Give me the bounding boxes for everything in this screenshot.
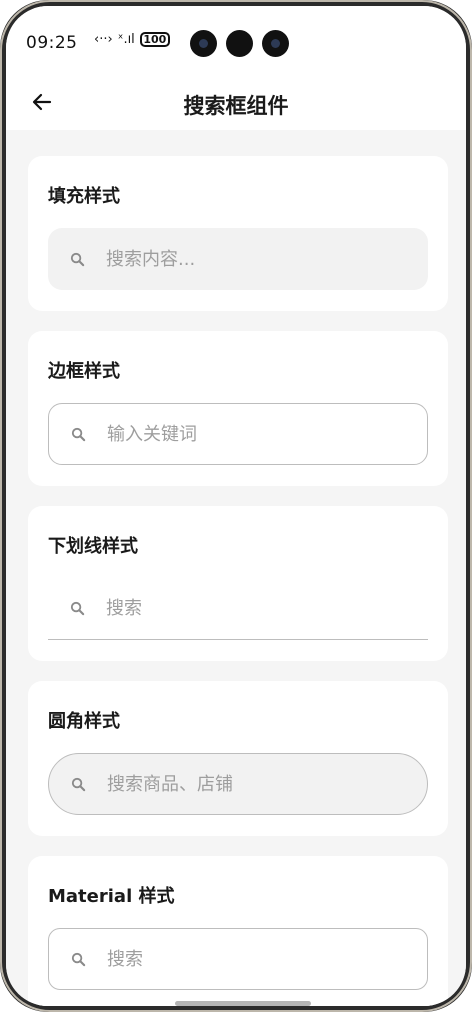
phone-screen: 09:25 ‹··› ˣ.ıl 100 搜索框组件 填充样式 搜索内容... 边… (0, 0, 472, 1012)
search-box-outlined[interactable] (48, 403, 428, 465)
search-input-material[interactable] (107, 948, 407, 970)
search-input-outlined[interactable] (107, 423, 407, 445)
search-input-underline[interactable] (106, 598, 406, 619)
page-title: 搜索框组件 (183, 94, 289, 118)
status-icons: ‹··› ˣ.ıl 100 (94, 32, 170, 47)
app-header: 09:25 ‹··› ˣ.ıl 100 搜索框组件 (6, 6, 466, 130)
search-box-material[interactable] (48, 928, 428, 990)
card-title: 填充样式 (48, 186, 120, 207)
card-outlined-style: 边框样式 (28, 331, 448, 486)
camera-sensor-icon (226, 30, 253, 57)
search-icon (68, 250, 86, 268)
search-icon (69, 775, 87, 793)
card-title: 下划线样式 (48, 536, 138, 557)
search-icon (69, 950, 87, 968)
camera-icon (190, 30, 217, 57)
data-transfer-icon: ‹··› (94, 32, 113, 47)
search-box-filled[interactable] (48, 228, 428, 290)
card-title: 边框样式 (48, 361, 120, 382)
search-icon (69, 425, 87, 443)
nav-bar: 搜索框组件 (6, 78, 466, 130)
signal-icon: ˣ.ıl (117, 32, 135, 47)
content-area: 填充样式 边框样式 下划线样式 (6, 130, 466, 1006)
search-input-rounded[interactable] (107, 773, 407, 795)
card-underline-style: 下划线样式 (28, 506, 448, 661)
status-bar: 09:25 ‹··› ˣ.ıl 100 (6, 6, 466, 66)
card-material-style: Material 样式 (28, 856, 448, 1006)
search-input-filled[interactable] (106, 248, 406, 270)
status-time: 09:25 (26, 33, 78, 53)
card-filled-style: 填充样式 (28, 156, 448, 311)
card-rounded-style: 圆角样式 (28, 681, 448, 836)
card-title: 圆角样式 (48, 711, 120, 732)
camera-icon (262, 30, 289, 57)
search-box-rounded[interactable] (48, 753, 428, 815)
battery-icon: 100 (139, 32, 170, 47)
card-title: Material 样式 (48, 886, 175, 907)
home-indicator[interactable] (175, 1001, 311, 1006)
search-box-underline[interactable] (48, 578, 428, 640)
search-icon (68, 600, 86, 618)
